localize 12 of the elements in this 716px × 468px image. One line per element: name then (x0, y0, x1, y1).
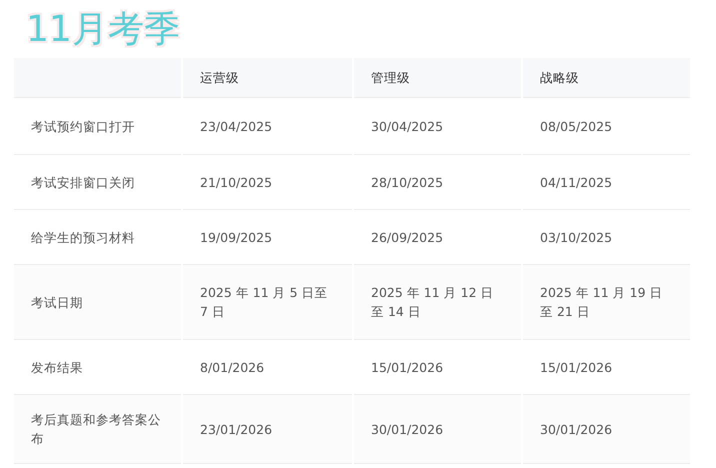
row-header: 考试日期 (14, 265, 181, 340)
table-cell: 30/01/2026 (354, 395, 521, 464)
table-cell: 2025 年 11 月 5 日至 7 日 (183, 265, 352, 340)
row-header: 考后真题和参考答案公布 (14, 395, 181, 464)
table-cell: 23/01/2026 (183, 395, 352, 464)
column-header: 管理级 (354, 58, 521, 98)
column-header: 战略级 (523, 58, 690, 98)
column-header: 运营级 (183, 58, 352, 98)
table-cell: 30/01/2026 (523, 395, 690, 464)
page-title: 11月考季 (26, 8, 180, 52)
table-cell: 2025 年 11 月 12 日至 14 日 (354, 265, 521, 340)
table-cell: 2025 年 11 月 19 日至 21 日 (523, 265, 690, 340)
